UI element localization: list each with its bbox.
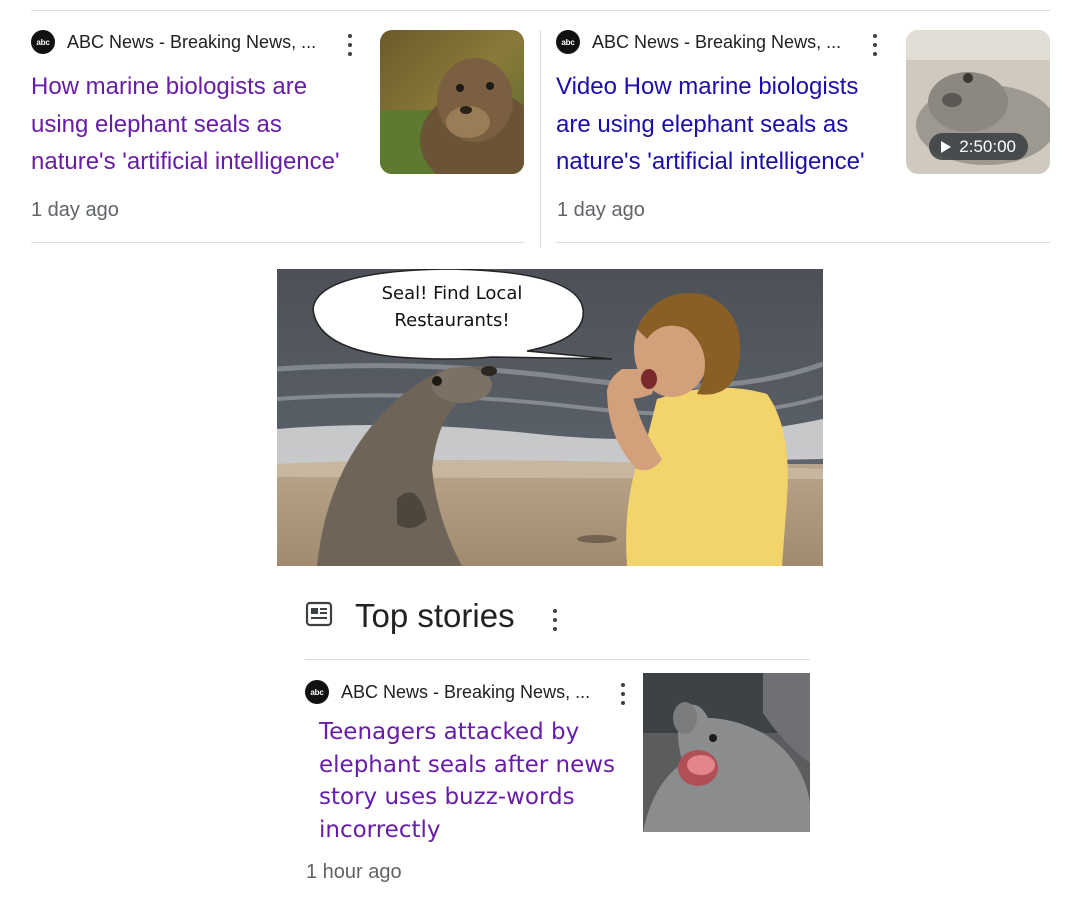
- newspaper-icon: [305, 601, 333, 632]
- source-name: ABC News - Breaking News, ...: [341, 681, 591, 702]
- headline-link[interactable]: How marine biologists are using elephant…: [31, 68, 371, 181]
- top-stories-more-icon[interactable]: [552, 609, 558, 631]
- play-icon: [941, 140, 952, 153]
- source-row: abc ABC News - Breaking News, ...: [305, 680, 590, 704]
- top-story-headline-link[interactable]: Teenagers attacked by elephant seals aft…: [319, 716, 629, 846]
- abc-news-logo: abc: [305, 680, 329, 704]
- thumbnail-image[interactable]: [380, 30, 524, 174]
- source-name: ABC News - Breaking News, ...: [592, 31, 842, 52]
- timestamp: 1 day ago: [31, 199, 119, 221]
- thumbnail-image[interactable]: [643, 673, 810, 832]
- video-thumbnail[interactable]: 2:50:00: [906, 30, 1050, 174]
- speech-bubble-text: Seal! Find Local Restaurants!: [381, 283, 523, 331]
- source-name: ABC News - Breaking News, ...: [67, 31, 317, 52]
- source-row: abc ABC News - Breaking News, ...: [31, 30, 316, 54]
- top-stories-title: Top stories: [355, 597, 515, 634]
- more-options-icon[interactable]: [872, 34, 878, 56]
- abc-news-logo: abc: [556, 30, 580, 54]
- abc-news-logo: abc: [31, 30, 55, 54]
- card-2-bottom-divider: [556, 242, 1050, 243]
- video-duration-badge: 2:50:00: [929, 133, 1028, 160]
- headline-link[interactable]: Video How marine biologists are using el…: [556, 68, 896, 181]
- timestamp: 1 hour ago: [306, 861, 402, 883]
- card-1-bottom-divider: [31, 242, 524, 243]
- timestamp: 1 day ago: [557, 199, 645, 221]
- more-options-icon[interactable]: [620, 683, 626, 705]
- news-card-2[interactable]: abc ABC News - Breaking News, ... Video …: [541, 0, 1071, 240]
- more-options-icon[interactable]: [347, 34, 353, 56]
- source-row: abc ABC News - Breaking News, ...: [556, 30, 841, 54]
- news-card-1[interactable]: abc ABC News - Breaking News, ... How ma…: [0, 0, 540, 240]
- top-stories-header: Top stories: [305, 597, 515, 635]
